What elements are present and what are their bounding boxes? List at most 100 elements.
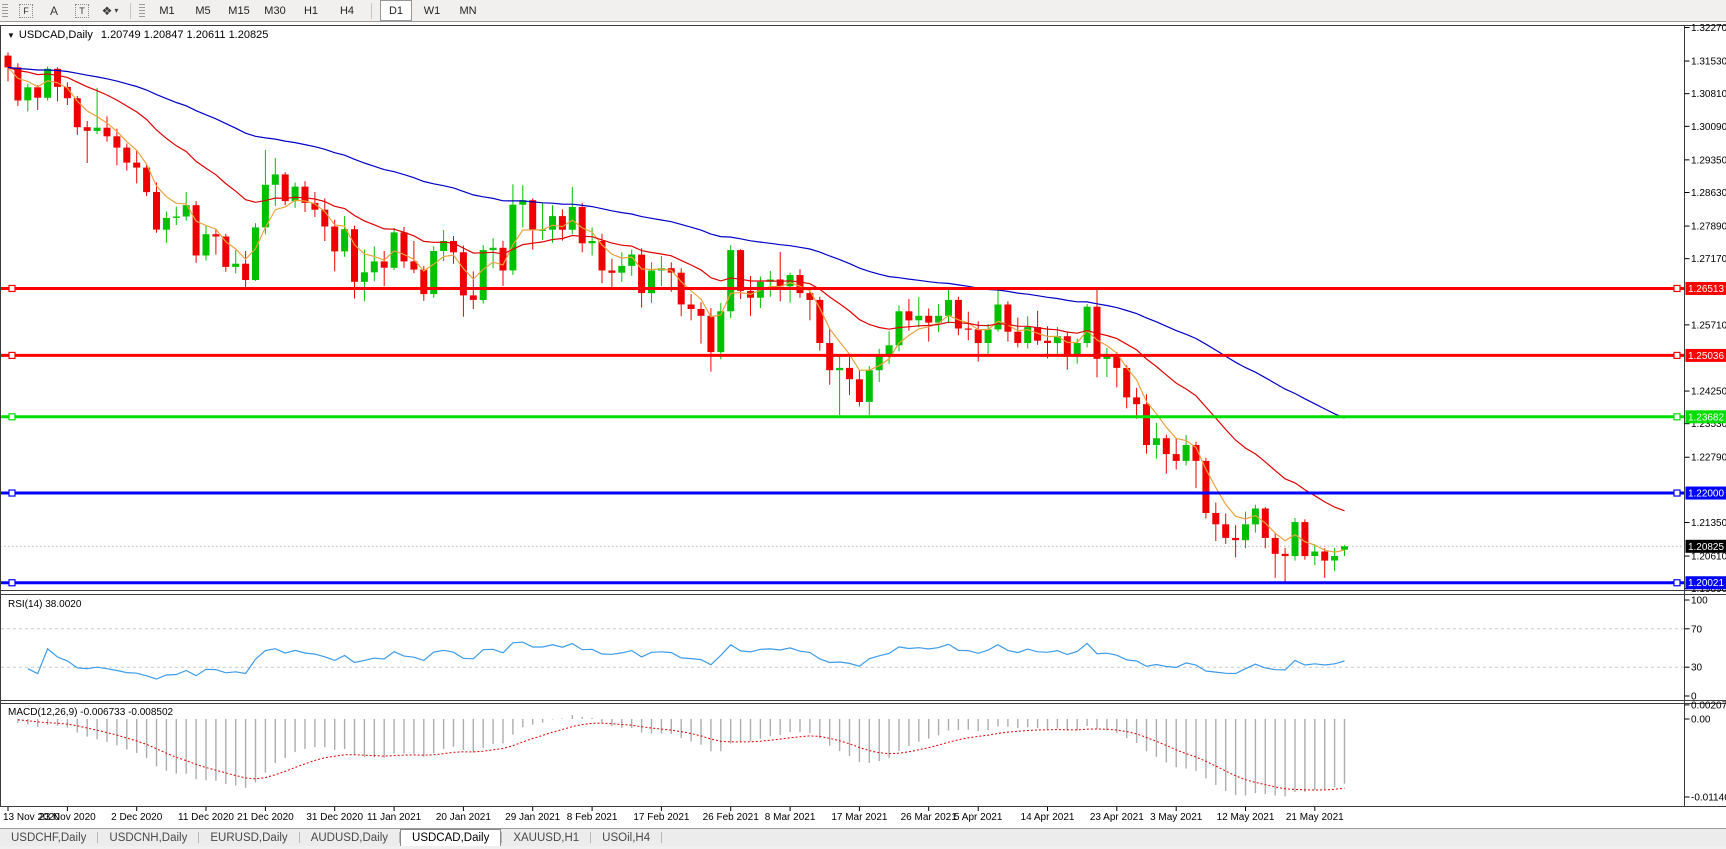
svg-text:1.27170: 1.27170 <box>1691 254 1726 265</box>
svg-text:1.22790: 1.22790 <box>1691 453 1726 464</box>
price-axis: 1.32270 1.31530 1.30810 1.30090 1.29350 1.286… <box>1684 23 1726 595</box>
svg-text:2 Dec 2020: 2 Dec 2020 <box>111 812 163 823</box>
svg-text:1.28630: 1.28630 <box>1691 188 1726 199</box>
svg-text:1.20021: 1.20021 <box>1688 578 1724 589</box>
timeframe-button-w1[interactable]: W1 <box>416 0 448 21</box>
svg-text:70: 70 <box>1691 624 1703 635</box>
hline-price-label: 1.22000 <box>1685 486 1726 500</box>
ma-lines <box>7 66 1345 553</box>
timeframe-button-mn[interactable]: MN <box>452 0 484 21</box>
svg-text:1.30810: 1.30810 <box>1691 89 1726 100</box>
date-axis: 13 Nov 202023 Nov 2020 2 Dec 2020 11 Dec 2… <box>3 807 1344 823</box>
macd-indicator-label: MACD(12,26,9) -0.006733 -0.008502 <box>8 707 174 718</box>
timeframe-button-h4[interactable]: H4 <box>331 0 363 21</box>
chart-title: ▼ USDCAD,Daily 1.20749 1.20847 1.20611 1.2… <box>7 29 268 41</box>
rsi-indicator-label: RSI(14) 38.0020 <box>8 599 82 610</box>
tab-usoil-h4[interactable]: USOil,H4 <box>591 829 661 846</box>
svg-text:1.27890: 1.27890 <box>1691 222 1726 233</box>
svg-text:8 Feb 2021: 8 Feb 2021 <box>567 812 618 823</box>
hline-price-label: 1.26513 <box>1685 281 1726 295</box>
arrows-tool-icon: ❖ <box>101 3 113 18</box>
svg-text:26 Mar 2021: 26 Mar 2021 <box>901 812 958 823</box>
svg-text:14 Apr 2021: 14 Apr 2021 <box>1021 812 1075 823</box>
svg-text:5 Apr 2021: 5 Apr 2021 <box>954 812 1003 823</box>
svg-text:8 Mar 2021: 8 Mar 2021 <box>765 812 816 823</box>
svg-text:17 Mar 2021: 17 Mar 2021 <box>831 812 888 823</box>
timeframe-button-m5[interactable]: M5 <box>187 0 219 21</box>
text-label-tool-icon: A <box>49 3 58 18</box>
svg-text:1.22000: 1.22000 <box>1688 489 1724 500</box>
horizontal-line-object[interactable] <box>0 284 1685 293</box>
svg-text:21 Dec 2020: 21 Dec 2020 <box>237 812 294 823</box>
price-close: 1.20825 <box>228 29 269 41</box>
toolbar-grip[interactable] <box>2 3 8 18</box>
horizontal-line-object[interactable] <box>0 579 1685 587</box>
hline-price-label: 1.20021 <box>1685 576 1726 590</box>
svg-text:1.24250: 1.24250 <box>1691 387 1726 398</box>
horizontal-line-object[interactable] <box>0 413 1685 421</box>
svg-text:1.20610: 1.20610 <box>1691 552 1726 563</box>
timeframe-button-m30[interactable]: M30 <box>259 0 291 21</box>
hline-price-label: 1.23682 <box>1685 410 1726 424</box>
tab-usdchf-daily[interactable]: USDCHF,Daily <box>0 829 97 846</box>
fibonacci-tool-icon: F <box>19 3 33 18</box>
arrows-tool-button[interactable]: ❖ ▾ <box>98 2 122 19</box>
timeframe-button-d1[interactable]: D1 <box>380 0 412 21</box>
svg-text:3 May 2021: 3 May 2021 <box>1150 812 1203 823</box>
fibonacci-tool-button[interactable]: F <box>14 2 38 19</box>
timeframe-group: M1 M5 M15 M30 H1 H4 D1 W1 MN <box>149 0 486 21</box>
current-price-label: 1.20825 <box>1685 539 1726 553</box>
timeframe-button-m15[interactable]: M15 <box>223 0 255 21</box>
collapse-arrow-icon[interactable]: ▼ <box>7 31 15 40</box>
svg-text:1.21350: 1.21350 <box>1691 518 1726 529</box>
svg-text:1.20825: 1.20825 <box>1688 542 1724 553</box>
text-label-tool-button[interactable]: A <box>42 2 66 19</box>
price-open: 1.20749 <box>100 29 141 41</box>
price-high: 1.20847 <box>143 29 184 41</box>
svg-text:30: 30 <box>1691 663 1703 674</box>
svg-text:31 Dec 2020: 31 Dec 2020 <box>306 812 363 823</box>
svg-text:1.25036: 1.25036 <box>1688 351 1724 362</box>
timeframe-button-h1[interactable]: H1 <box>295 0 327 21</box>
svg-text:23 Apr 2021: 23 Apr 2021 <box>1090 812 1144 823</box>
price-chart[interactable]: 1.32270 1.31530 1.30810 1.30090 1.29350 1.286… <box>0 0 1726 849</box>
svg-text:1.31530: 1.31530 <box>1691 57 1726 68</box>
svg-text:0.00: 0.00 <box>1691 715 1711 726</box>
tab-audusd-daily[interactable]: AUDUSD,Daily <box>300 829 399 846</box>
svg-text:17 Feb 2021: 17 Feb 2021 <box>633 812 690 823</box>
svg-text:26 Feb 2021: 26 Feb 2021 <box>703 812 760 823</box>
toolbar-separator <box>371 2 372 19</box>
horizontal-line-object[interactable] <box>0 351 1685 360</box>
text-tool-button[interactable]: T <box>70 2 94 19</box>
rsi-line <box>27 641 1345 680</box>
macd-panel: 0.002074 0.00 -0.011462 <box>17 700 1726 803</box>
timeframe-button-m1[interactable]: M1 <box>151 0 183 21</box>
tab-eurusd-daily[interactable]: EURUSD,Daily <box>199 829 298 846</box>
svg-text:1.25710: 1.25710 <box>1691 320 1726 331</box>
svg-text:21 May 2021: 21 May 2021 <box>1286 812 1344 823</box>
svg-text:20 Jan 2021: 20 Jan 2021 <box>436 812 491 823</box>
text-tool-icon: T <box>75 3 89 18</box>
rsi-panel: 10070300 <box>1 596 1708 703</box>
price-low: 1.20611 <box>186 29 226 41</box>
hline-price-label: 1.25036 <box>1685 348 1726 362</box>
svg-text:11 Dec 2020: 11 Dec 2020 <box>178 812 234 823</box>
toolbar-grip2[interactable] <box>139 3 145 18</box>
dropdown-caret-icon[interactable]: ▾ <box>114 6 118 15</box>
horizontal-line-object[interactable] <box>0 489 1685 497</box>
svg-text:1.30090: 1.30090 <box>1691 122 1726 133</box>
mt4-window: 1.32270 1.31530 1.30810 1.30090 1.29350 1.286… <box>0 0 1726 849</box>
svg-text:100: 100 <box>1691 596 1708 607</box>
svg-text:0.002074: 0.002074 <box>1691 700 1726 711</box>
tab-usdcad-daily[interactable]: USDCAD,Daily <box>400 829 502 846</box>
svg-text:-0.011462: -0.011462 <box>1691 792 1726 803</box>
svg-text:11 Jan 2021: 11 Jan 2021 <box>367 812 422 823</box>
chart-tab-bar: USDCHF,Daily USDCNH,Daily EURUSD,Daily AUDU… <box>0 828 1726 846</box>
tab-usdcnh-daily[interactable]: USDCNH,Daily <box>98 829 198 846</box>
svg-text:29 Jan 2021: 29 Jan 2021 <box>505 812 560 823</box>
svg-text:1.26513: 1.26513 <box>1688 284 1724 295</box>
tab-xauusd-h1[interactable]: XAUUSD,H1 <box>502 829 590 846</box>
svg-text:1.32270: 1.32270 <box>1691 23 1726 34</box>
toolbar: F A T ❖ ▾ M1 M5 M15 M30 H1 H4 D1 W1 MN <box>0 0 1726 22</box>
svg-text:23 Nov 2020: 23 Nov 2020 <box>39 812 96 823</box>
